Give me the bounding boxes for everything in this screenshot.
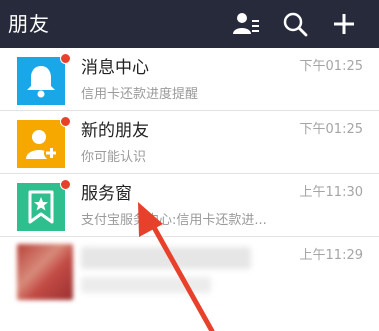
plus-icon[interactable]: [330, 11, 358, 37]
blurred-preview: [81, 277, 211, 293]
conversation-time: 下午01:25: [299, 59, 363, 74]
conversation-preview: 支付宝服务中心:信用卡还款进...: [81, 213, 267, 228]
list-item-new-friends[interactable]: 新的朋友 你可能认识 下午01:25: [0, 111, 379, 174]
conversation-title: 消息中心: [81, 58, 149, 78]
conversation-title: 新的朋友: [81, 121, 149, 141]
bookmark-star-icon: [17, 183, 65, 231]
top-bar: 朋友: [0, 0, 379, 48]
page-title: 朋友: [8, 12, 50, 36]
contacts-icon[interactable]: [232, 11, 260, 37]
conversation-preview: 信用卡还款进度提醒: [81, 87, 199, 102]
blurred-title: [81, 247, 251, 269]
list-item-service-window[interactable]: 服务窗 支付宝服务中心:信用卡还款进... 上午11:30: [0, 174, 379, 237]
conversation-time: 上午11:29: [299, 248, 363, 263]
unread-dot: [60, 116, 71, 127]
conversation-list: 消息中心 信用卡还款进度提醒 下午01:25 新的朋友 你可能认识 下午01:2…: [0, 48, 379, 317]
blurred-avatar: [17, 244, 73, 300]
bell-icon: [17, 57, 65, 105]
unread-dot: [60, 53, 71, 64]
search-icon[interactable]: [282, 11, 310, 37]
conversation-time: 下午01:25: [299, 122, 363, 137]
conversation-preview: 你可能认识: [81, 150, 147, 165]
conversation-time: 上午11:30: [299, 185, 363, 200]
list-item-message-center[interactable]: 消息中心 信用卡还款进度提醒 下午01:25: [0, 48, 379, 111]
list-item-blurred-contact[interactable]: 上午11:29: [0, 237, 379, 317]
conversation-title: 服务窗: [81, 184, 132, 204]
unread-dot: [60, 179, 71, 190]
add-friend-icon: [17, 120, 65, 168]
